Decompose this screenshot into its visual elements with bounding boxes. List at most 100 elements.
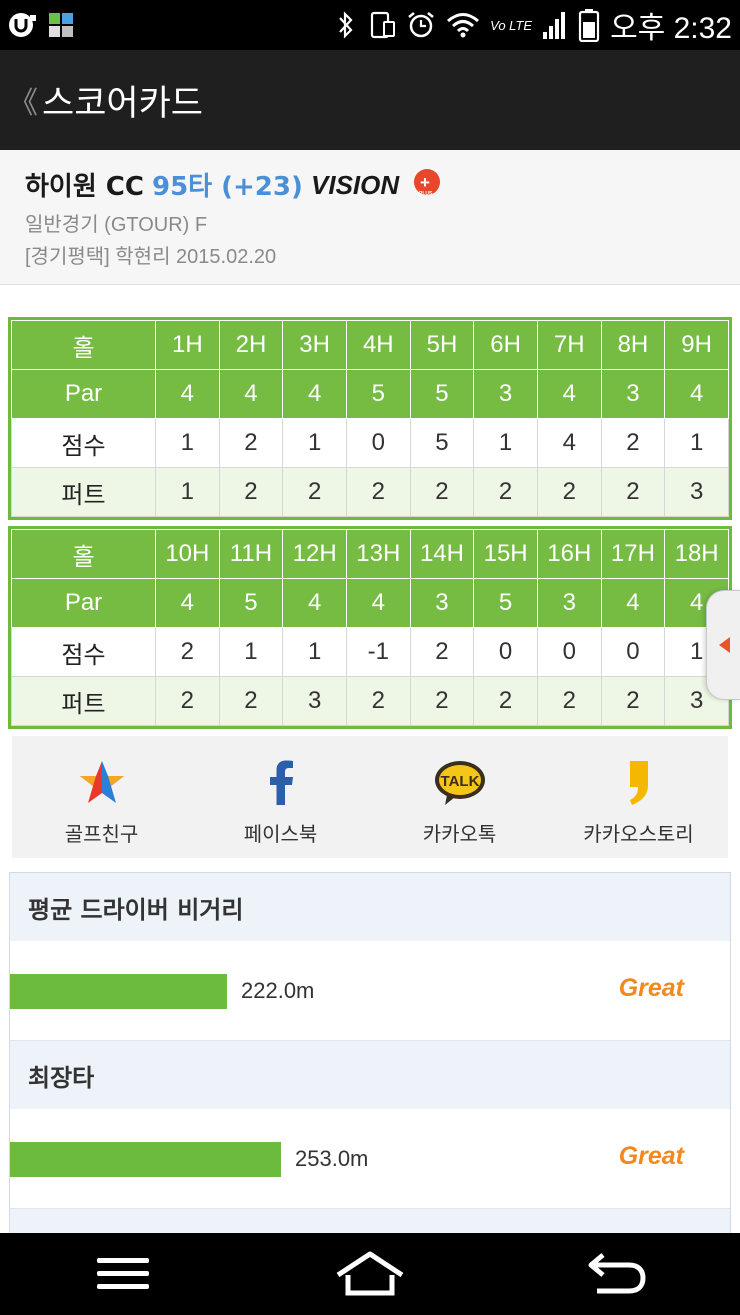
longest-drive-bar bbox=[10, 1142, 281, 1177]
system-nav-bar bbox=[0, 1233, 740, 1315]
kakaotalk-icon: TALK bbox=[433, 758, 487, 808]
hole-label: 홀 bbox=[11, 320, 156, 370]
score-cell: 1 bbox=[218, 627, 284, 677]
putt-cell: 2 bbox=[218, 676, 284, 726]
plus-badge-text: PLUS bbox=[419, 191, 433, 197]
par-row: Par 4 5 4 4 3 5 3 4 4 bbox=[11, 578, 729, 628]
hole-cell: 4H bbox=[345, 320, 411, 370]
share-facebook-button[interactable]: 페이스북 bbox=[191, 736, 370, 858]
score-cell: 2 bbox=[600, 418, 666, 468]
putt-cell: 2 bbox=[473, 676, 538, 726]
putt-cell: 2 bbox=[155, 676, 220, 726]
menu-button[interactable] bbox=[63, 1233, 183, 1315]
score-cell: -1 bbox=[345, 627, 411, 677]
signal-icon bbox=[542, 10, 568, 40]
putt-row: 퍼트 2 2 3 2 2 2 2 2 3 bbox=[11, 676, 729, 726]
putt-cell: 2 bbox=[409, 467, 475, 517]
hole-cell: 14H bbox=[409, 529, 475, 579]
score-cell: 0 bbox=[345, 418, 411, 468]
par-cell: 4 bbox=[600, 578, 666, 628]
star-icon bbox=[77, 758, 127, 808]
hole-cell: 9H bbox=[664, 320, 729, 370]
score-cell: 0 bbox=[536, 627, 602, 677]
back-icon bbox=[588, 1253, 646, 1294]
putt-cell: 3 bbox=[664, 467, 729, 517]
stat-row-avg-drive: 222.0m Great bbox=[10, 941, 730, 1041]
par-cell: 3 bbox=[536, 578, 602, 628]
share-facebook-label: 페이스북 bbox=[243, 822, 318, 846]
side-drawer-handle[interactable] bbox=[706, 590, 740, 700]
stat-title-avg-drive: 평균 드라이버 비거리 bbox=[10, 873, 730, 941]
game-type: 일반경기 (GTOUR) F bbox=[25, 214, 208, 236]
alarm-icon bbox=[406, 10, 436, 40]
home-button[interactable] bbox=[310, 1233, 430, 1315]
score-cell: 1 bbox=[282, 418, 347, 468]
putt-cell: 2 bbox=[536, 467, 602, 517]
svg-text:+: + bbox=[420, 173, 430, 192]
vision-logo-text: VISION bbox=[311, 170, 400, 200]
wifi-icon bbox=[446, 11, 480, 39]
putt-cell: 2 bbox=[282, 467, 347, 517]
putt-cell: 2 bbox=[345, 467, 411, 517]
hole-cell: 18H bbox=[664, 529, 729, 579]
putt-cell: 2 bbox=[600, 676, 666, 726]
par-cell: 4 bbox=[282, 369, 347, 419]
clock: 오후 2:32 bbox=[610, 12, 732, 45]
avg-drive-value: 222.0m bbox=[241, 978, 315, 1003]
putt-cell: 2 bbox=[218, 467, 284, 517]
score-cell: 5 bbox=[409, 418, 475, 468]
par-cell: 4 bbox=[345, 578, 411, 628]
share-kakaostory-button[interactable]: 카카오스토리 bbox=[549, 736, 728, 858]
putt-cell: 2 bbox=[409, 676, 475, 726]
hole-row: 홀 10H 11H 12H 13H 14H 15H 16H 17H 18H bbox=[11, 529, 729, 579]
par-cell: 4 bbox=[155, 578, 220, 628]
longest-drive-grade: Great bbox=[618, 1142, 684, 1170]
hole-cell: 3H bbox=[282, 320, 347, 370]
hole-cell: 1H bbox=[155, 320, 220, 370]
hole-cell: 10H bbox=[155, 529, 220, 579]
kakaotalk-icon-text: TALK bbox=[440, 773, 479, 790]
hole-cell: 15H bbox=[473, 529, 538, 579]
hole-cell: 2H bbox=[218, 320, 284, 370]
back-button[interactable] bbox=[557, 1233, 677, 1315]
score-cell: 1 bbox=[282, 627, 347, 677]
par-cell: 3 bbox=[473, 369, 538, 419]
total-score: 95타 (+23) bbox=[151, 172, 303, 202]
back-chevron-icon[interactable]: 《 bbox=[8, 78, 38, 122]
putt-label: 퍼트 bbox=[11, 676, 156, 726]
avg-drive-bar bbox=[10, 974, 227, 1009]
home-icon bbox=[336, 1251, 404, 1296]
share-bar: 골프친구 페이스북 TALK 카카오톡 카카오스토리 bbox=[12, 736, 728, 858]
share-kakaotalk-button[interactable]: TALK 카카오톡 bbox=[370, 736, 549, 858]
triangle-left-icon bbox=[718, 637, 730, 653]
hole-cell: 13H bbox=[345, 529, 411, 579]
score-cell: 2 bbox=[409, 627, 475, 677]
volte-icon: Vo LTE bbox=[490, 17, 533, 33]
avg-drive-grade: Great bbox=[618, 974, 684, 1002]
putt-cell: 2 bbox=[600, 467, 666, 517]
stat-row-longest: 253.0m Great bbox=[10, 1109, 730, 1209]
par-label: Par bbox=[11, 578, 156, 628]
stat-title-longest: 최장타 bbox=[10, 1041, 730, 1109]
putt-cell: 2 bbox=[536, 676, 602, 726]
hole-cell: 11H bbox=[218, 529, 284, 579]
score-cell: 0 bbox=[473, 627, 538, 677]
share-golf-friend-button[interactable]: 골프친구 bbox=[12, 736, 191, 858]
par-cell: 4 bbox=[155, 369, 220, 419]
hole-cell: 6H bbox=[473, 320, 538, 370]
score-row: 점수 2 1 1 -1 2 0 0 0 1 bbox=[11, 627, 729, 677]
par-cell: 5 bbox=[345, 369, 411, 419]
score-cell: 2 bbox=[218, 418, 284, 468]
status-bar: Vo LTE 오후 2:32 bbox=[0, 0, 740, 50]
score-cell: 1 bbox=[155, 418, 220, 468]
share-kakaostory-label: 카카오스토리 bbox=[583, 822, 694, 846]
battery-icon bbox=[578, 8, 600, 42]
score-cell: 4 bbox=[536, 418, 602, 468]
putt-label: 퍼트 bbox=[11, 467, 156, 517]
hole-label: 홀 bbox=[11, 529, 156, 579]
facebook-icon bbox=[266, 758, 296, 808]
score-row: 점수 1 2 1 0 5 1 4 2 1 bbox=[11, 418, 729, 468]
score-cell: 1 bbox=[664, 418, 729, 468]
scorecard-front-nine: 홀 1H 2H 3H 4H 5H 6H 7H 8H 9H Par 4 4 4 5… bbox=[8, 317, 732, 520]
score-cell: 2 bbox=[155, 627, 220, 677]
